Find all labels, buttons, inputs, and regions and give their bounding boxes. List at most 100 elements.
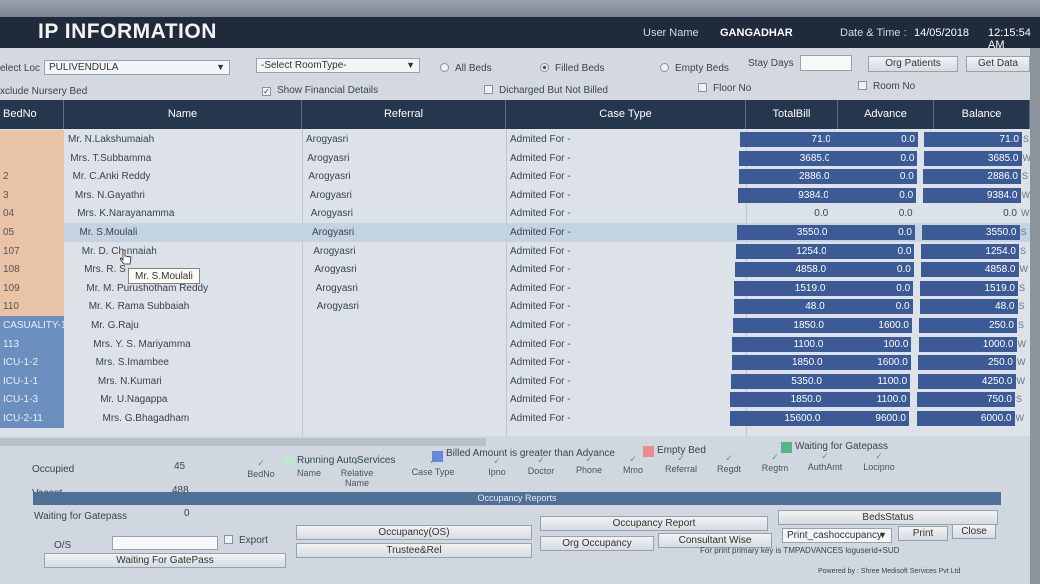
column-checkbox[interactable]: ✓ Case Type xyxy=(410,456,456,477)
column-checkbox[interactable]: ✓ Referral xyxy=(658,453,704,474)
cell-advance: 0.0 xyxy=(829,150,918,166)
cell-balance: 4858.0 xyxy=(920,262,1019,278)
org-occupancy-button[interactable]: Org Occupancy xyxy=(540,536,654,551)
location-value: PULIVENDULA xyxy=(49,62,119,73)
all-beds-radio[interactable]: All Beds xyxy=(440,63,492,74)
waiting-gatepass-button[interactable]: Waiting For GatePass xyxy=(44,553,286,568)
waiting-label: Waiting for Gatepass xyxy=(34,511,128,522)
column-checkbox-label: Doctor xyxy=(527,466,555,476)
get-data-button[interactable]: Get Data xyxy=(966,56,1030,72)
print-cash-value: Print_cashoccupancy xyxy=(787,530,883,541)
checkbox-checked-icon: ✓ xyxy=(262,87,271,96)
cell-suffix: W xyxy=(1017,357,1026,368)
cell-balance: 250.0 xyxy=(918,355,1016,371)
name-tooltip: Mr. S.Moulali xyxy=(128,268,200,284)
show-financial-checkbox[interactable]: ✓ Show Financial Details xyxy=(262,85,378,96)
cell-balance: 3685.0 xyxy=(923,150,1022,166)
table-row[interactable]: 110 Mr. K. Rama Subbaiah Arogyasri Admited … xyxy=(0,297,1030,317)
cell-balance: 3550.0 xyxy=(921,225,1020,240)
column-checkbox[interactable]: ✓ BedNo xyxy=(238,458,284,479)
org-patients-button[interactable]: Org Patients xyxy=(868,56,958,72)
header-balance[interactable]: Balance xyxy=(934,100,1030,129)
cell-suffix: S xyxy=(1022,171,1029,182)
cell-advance: 0.0 xyxy=(828,187,917,203)
cell-balance: 2886.0 xyxy=(923,169,1021,185)
header-name[interactable]: Name xyxy=(64,100,302,129)
header-casetype[interactable]: Case Type xyxy=(506,100,746,129)
table-row[interactable]: Mr. N.Lakshumaiah Arogyasri Admited For - 7… xyxy=(0,130,1030,149)
export-checkbox[interactable]: Export xyxy=(224,535,268,546)
print-button[interactable]: Print xyxy=(898,526,948,541)
cell-totalbill: 48.0 xyxy=(733,299,828,315)
column-checkbox[interactable]: ✓ Regdt xyxy=(706,453,752,474)
column-checkbox[interactable]: ✓ Name xyxy=(286,457,332,478)
table-row[interactable]: 04 Mrs. K.Narayanamma Arogyasri Admited For… xyxy=(0,204,1030,224)
cell-balance: 1254.0 xyxy=(921,243,1019,259)
table-row[interactable]: Mrs. T.Subbamma Arogyasri Admited For - 368… xyxy=(0,148,1030,168)
table-row[interactable]: ICU-1-1 Mrs. N.Kumari Admited For - 5350.0 1… xyxy=(0,371,1030,391)
table-row[interactable]: CASUALITY-1-1 Mr. G.Raju Admited For - 1850… xyxy=(0,316,1030,335)
stay-days-input[interactable] xyxy=(800,55,852,71)
empty-beds-radio[interactable]: Empty Beds xyxy=(660,63,729,74)
cell-bedno: 109 xyxy=(0,278,64,298)
table-row[interactable]: 107 Mr. D. Ch nnaiah Arogyasri Admited For … xyxy=(0,241,1030,261)
column-checkbox[interactable]: ✓ Mmo xyxy=(610,454,656,475)
cell-advance: 1100.0 xyxy=(822,373,911,389)
floor-no-checkbox[interactable]: Floor No xyxy=(698,83,751,94)
beds-status-button[interactable]: BedsStatus xyxy=(778,510,998,525)
column-checkbox[interactable]: ✓ AuthAmt xyxy=(802,451,848,472)
cell-suffix: S xyxy=(1018,320,1025,330)
header-referral[interactable]: Referral xyxy=(302,100,506,129)
location-select[interactable]: PULIVENDULA ▼ xyxy=(44,60,230,75)
column-checkbox-label: Ipno xyxy=(488,466,506,477)
column-checkbox[interactable]: ✓ Doctor xyxy=(518,455,564,476)
cell-totalbill: 71.0 xyxy=(740,132,834,147)
column-checkbox[interactable]: ✓ Phone xyxy=(566,454,612,475)
checkbox-icon xyxy=(698,83,707,92)
cell-suffix: W xyxy=(1021,208,1030,219)
column-checkbox-label: Referral xyxy=(664,464,697,475)
cell-referral: Arogyasri xyxy=(308,171,351,183)
room-no-checkbox[interactable]: Room No xyxy=(858,81,915,92)
powered-by: Powered by : Shree Medisoft Services Pvt… xyxy=(818,568,961,575)
table-row[interactable]: ICU-1-3 Mr. U.Nagappa Admited For - 1850.0 1… xyxy=(0,390,1030,410)
filled-beds-radio[interactable]: Filled Beds xyxy=(540,63,604,74)
roomtype-select[interactable]: -Select RoomType- ▼ xyxy=(256,58,420,73)
page-title: IP INFORMATION xyxy=(38,20,217,43)
cell-casetype: Admited For - xyxy=(510,394,571,406)
table-row[interactable]: ICU-1-2 Mrs. S.Imambee Admited For - 1850.0… xyxy=(0,353,1030,373)
discharged-checkbox[interactable]: Dicharged But Not Billed xyxy=(484,85,608,96)
column-checkbox[interactable]: ✓ Regtm xyxy=(752,452,798,473)
column-checkbox[interactable]: ✓ Relative Name xyxy=(334,457,380,488)
cell-casetype: Admited For - xyxy=(510,208,571,220)
cell-balance: 250.0 xyxy=(919,318,1017,333)
check-icon: ✓ xyxy=(585,454,593,465)
print-cash-select[interactable]: Print_cashoccupancy ▼ xyxy=(782,528,892,543)
occupancy-os-button[interactable]: Occupancy(OS) xyxy=(296,525,532,540)
header-totalbill[interactable]: TotalBill xyxy=(746,100,838,129)
cell-totalbill: 4858.0 xyxy=(735,262,830,278)
header-advance[interactable]: Advance xyxy=(838,100,934,129)
cell-casetype: Admited For - xyxy=(510,134,571,145)
trustee-rel-button[interactable]: Trustee&Rel xyxy=(296,543,532,558)
os-input[interactable] xyxy=(112,536,218,550)
horizontal-scrollbar[interactable] xyxy=(0,438,486,446)
table-row[interactable]: ICU-2-11 Mrs. G.Bhagadham Admited For - 156… xyxy=(0,409,1030,428)
cell-casetype: Admited For - xyxy=(510,189,571,201)
table-row[interactable]: 05 Mr. S.Moulali Arogyasri Admited For - 355… xyxy=(0,223,1030,242)
cell-name: Mr. C.Anki Reddy xyxy=(72,171,151,183)
column-checkbox[interactable]: ✓ Locipno xyxy=(856,451,902,472)
table-row[interactable]: 3 Mrs. N.Gayathri Arogyasri Admited For - 93… xyxy=(0,185,1030,205)
cell-balance: 750.0 xyxy=(917,392,1015,408)
table-row[interactable]: 2 Mr. C.Anki Reddy Arogyasri Admited For - 2… xyxy=(0,167,1030,187)
cell-casetype: Admited For - xyxy=(510,301,571,313)
close-button[interactable]: Close xyxy=(952,524,996,539)
cell-balance: 0.0 xyxy=(1003,208,1017,220)
occupancy-report-button[interactable]: Occupancy Report xyxy=(540,516,768,531)
header-bedno[interactable]: BedNo xyxy=(0,100,64,129)
cell-bedno: 110 xyxy=(0,297,64,317)
cell-totalbill: 1850.0 xyxy=(731,355,826,371)
column-checkbox[interactable]: ✓ Ipno xyxy=(474,456,520,477)
cell-advance: 0.0 xyxy=(825,262,914,278)
table-row[interactable]: 113 Mrs. Y. S. Mariyamma Admited For - 1100… xyxy=(0,334,1030,354)
